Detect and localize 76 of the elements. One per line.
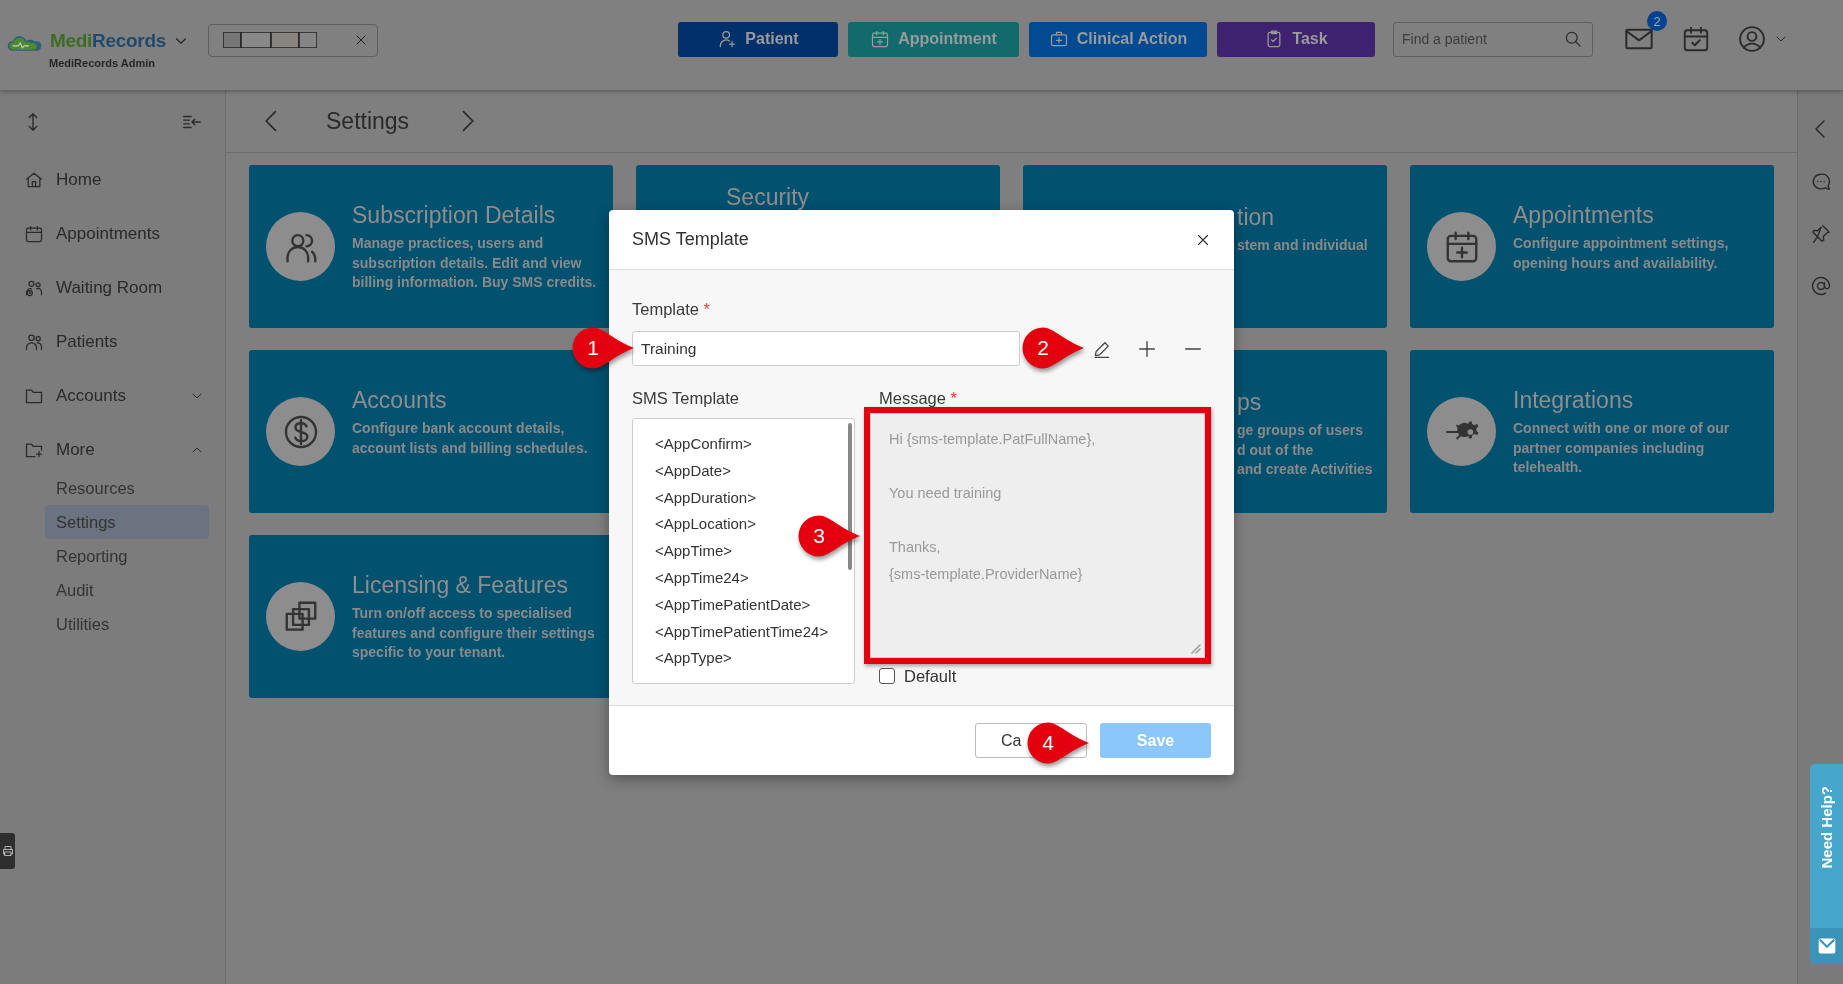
people-icon	[24, 332, 44, 352]
card-description: ge groups of users	[1237, 421, 1365, 440]
user-icon[interactable]	[1737, 24, 1767, 54]
card-description: Configure bank account details, account lists and billing schedules.	[352, 419, 589, 458]
checkbox-label: Default	[904, 666, 957, 686]
people-icon	[24, 278, 44, 298]
card-description: Connect with one or more of our partner companies including telehealth.	[1513, 419, 1731, 477]
card-title: Accounts	[352, 386, 448, 414]
checkbox[interactable]	[879, 668, 895, 684]
card-title: Security	[726, 183, 811, 211]
nav-subitem[interactable]: Reporting	[45, 539, 209, 573]
card-title: Appointments	[1513, 201, 1655, 229]
variable-item[interactable]: <AppType>	[655, 645, 732, 673]
medical-kit-icon	[1048, 29, 1069, 49]
step-callout-tooltip: 4	[1025, 720, 1091, 766]
variable-item[interactable]: <AppDuration>	[655, 484, 756, 512]
scrollbar[interactable]	[848, 423, 852, 570]
nav-item[interactable]: Patients	[0, 315, 225, 369]
search-field[interactable]: Find a patient	[1393, 21, 1593, 57]
card-title: Licensing & Features	[352, 571, 570, 599]
variable-item[interactable]: <AppTimePatientTime24>	[655, 618, 829, 646]
page-title: Settings	[326, 107, 410, 135]
field-label: Template *	[632, 299, 711, 320]
card-description: Turn on/off access to specialised features and configure their settings specific to your tenant.	[352, 604, 596, 662]
settings-card[interactable]: Appointments Configure appointment settings, opening hours and availability.	[1410, 165, 1774, 328]
variable-item[interactable]: <AppConfirm>	[655, 431, 752, 458]
variable-item[interactable]: <AppLocation>	[655, 511, 756, 539]
action-button[interactable]: Clinical Action	[1029, 21, 1207, 57]
dialog-title: SMS Template	[632, 229, 749, 250]
field-label: SMS Template	[632, 388, 740, 409]
envelope-icon	[1816, 936, 1837, 956]
nav-subitem[interactable]: Utilities	[45, 607, 209, 641]
pin-icon[interactable]	[1809, 223, 1832, 245]
action-button[interactable]: Patient	[678, 21, 838, 57]
card-description: stem and individual	[1237, 236, 1369, 255]
card-title: tion	[1237, 203, 1276, 231]
nav-item[interactable]: Appointments	[0, 207, 225, 261]
nav-subitem[interactable]: Audit	[45, 573, 209, 607]
home-icon	[24, 170, 44, 190]
card-title: Subscription Details	[352, 201, 557, 229]
variable-item[interactable]: <AppTimePatientDate>	[655, 591, 811, 619]
step-callout-tooltip: 2	[1020, 325, 1086, 371]
variable-item[interactable]: <AppDate>	[655, 457, 731, 485]
variable-item[interactable]: <AppTime>	[655, 538, 732, 565]
variable-item[interactable]: <AppTime24>	[655, 565, 749, 592]
nav-item[interactable]: Home	[0, 153, 225, 207]
calendar-icon	[24, 224, 44, 244]
field-label: Message *	[878, 388, 958, 409]
brand-subtitle: MediRecords Admin	[49, 56, 155, 69]
person-add-icon	[717, 29, 738, 49]
card-description: Configure appointment settings, opening hours and availability.	[1513, 234, 1730, 273]
step-callout-tooltip: 3	[796, 513, 862, 559]
action-button[interactable]: Appointment	[848, 21, 1019, 57]
card-title: Integrations	[1513, 386, 1635, 414]
card-description: Manage practices, users and subscription details. Edit and view billing information. Buy SMS credits.	[352, 234, 598, 292]
notification-badge: 2	[1647, 11, 1667, 31]
nav-subitem[interactable]: Settings	[45, 505, 209, 539]
template-field[interactable]: Training	[632, 331, 1020, 366]
card-description: d out of the	[1237, 440, 1315, 460]
card-description: and create Activities	[1237, 460, 1374, 479]
settings-card[interactable]: Subscription Details Manage practices, users and subscription details. Edit and view billing information. Buy SMS credits.	[249, 165, 613, 328]
open-record-tab[interactable]	[208, 23, 378, 57]
step-callout-tooltip: 1	[570, 325, 636, 371]
nav-item[interactable]: Waiting Room	[0, 261, 225, 315]
settings-card[interactable]: Integrations Connect with one or more of our partner companies including telehealth.	[1410, 350, 1774, 513]
nav-item[interactable]: Accounts	[0, 369, 225, 423]
resize-grip-icon	[1190, 643, 1202, 655]
side-tab[interactable]	[0, 833, 15, 869]
at-sign-icon[interactable]	[1809, 275, 1832, 297]
calendar-add-icon	[870, 29, 891, 49]
action-button[interactable]: Task	[1217, 21, 1375, 57]
printer-icon	[1, 845, 14, 857]
card-title: ps	[1237, 388, 1263, 416]
brand-name: MediRecords	[50, 29, 166, 52]
calendar-check-icon[interactable]	[1681, 24, 1711, 54]
help-tab[interactable]: Need Help?	[1810, 764, 1843, 964]
